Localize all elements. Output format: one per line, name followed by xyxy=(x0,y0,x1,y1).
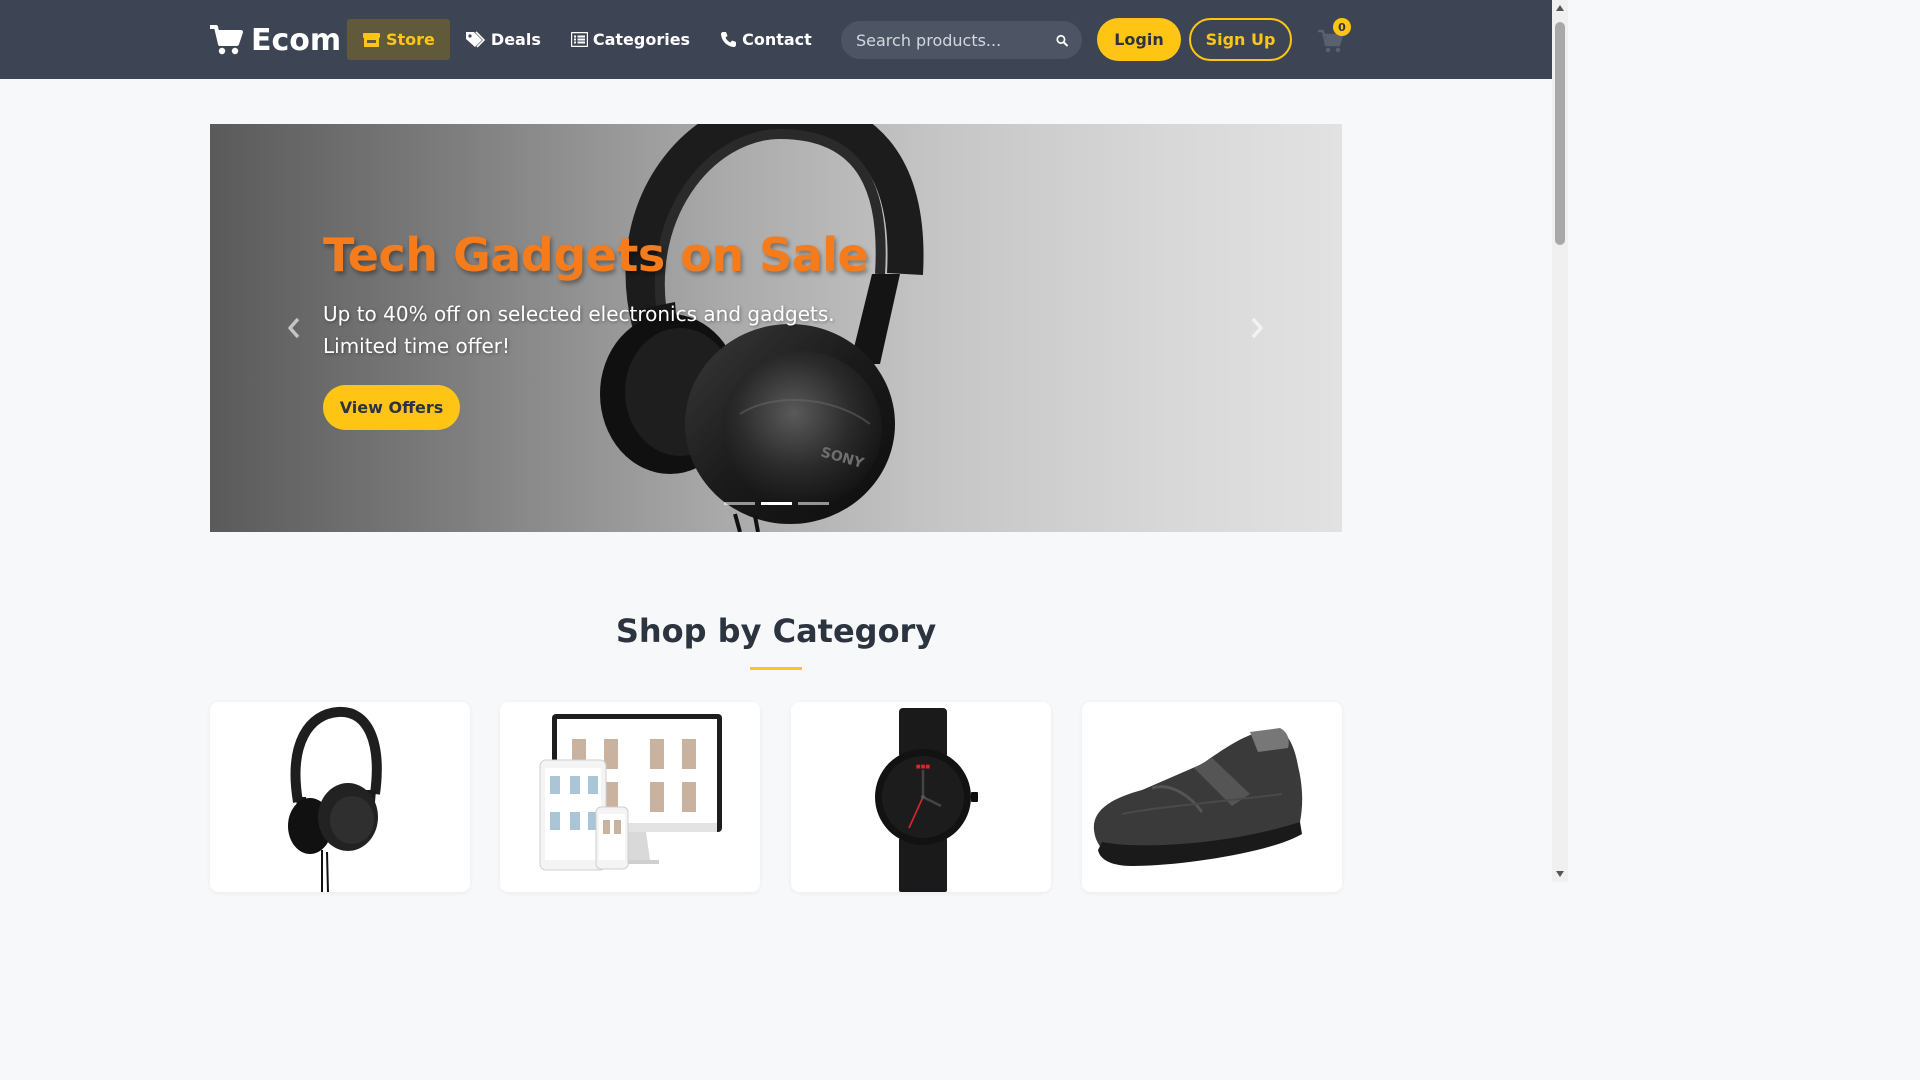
hero-carousel: SONY Tech Gadgets on Sale Up to 40% off … xyxy=(210,124,1342,532)
page-scrollbar[interactable] xyxy=(1552,0,1568,882)
watch-brand-mark: ■■■ xyxy=(916,764,930,770)
devices-product-image xyxy=(539,714,722,871)
store-icon xyxy=(363,32,380,47)
section-title: Shop by Category xyxy=(615,612,937,650)
scroll-down-arrow-icon[interactable] xyxy=(1556,871,1564,877)
section-title-underline xyxy=(750,667,802,670)
view-offers-button[interactable]: View Offers xyxy=(323,385,460,430)
nav-deals-label: Deals xyxy=(490,30,541,49)
search-bar xyxy=(841,21,1082,59)
nav-store-label: Store xyxy=(386,30,435,49)
sneaker-product-image xyxy=(1093,728,1303,866)
nav-contact-label: Contact xyxy=(742,30,812,49)
hero-title: Tech Gadgets on Sale xyxy=(323,228,869,282)
list-icon xyxy=(570,32,588,47)
carousel-indicator-2[interactable] xyxy=(761,502,792,505)
wristwatch-product-image: ■■■ xyxy=(875,708,978,892)
headphones-product-image xyxy=(288,706,382,892)
login-button[interactable]: Login xyxy=(1097,18,1181,61)
shopping-cart-icon xyxy=(210,25,243,55)
chevron-right-icon xyxy=(1251,317,1263,339)
nav-store[interactable]: Store xyxy=(347,19,450,60)
nav-deals[interactable]: Deals xyxy=(450,19,556,60)
scrollbar-thumb[interactable] xyxy=(1555,22,1565,245)
search-input[interactable] xyxy=(856,30,1056,50)
carousel-next-button[interactable] xyxy=(1247,317,1267,339)
phone-icon xyxy=(721,32,737,47)
nav-categories[interactable]: Categories xyxy=(556,19,705,60)
tags-icon xyxy=(465,30,486,48)
cart-count-badge: 0 xyxy=(1333,18,1351,36)
category-card-devices[interactable] xyxy=(500,702,760,892)
nav-categories-label: Categories xyxy=(592,30,691,49)
main-nav: Store Deals Categories Contact xyxy=(347,19,827,60)
carousel-indicator-3[interactable] xyxy=(798,502,829,505)
search-icon[interactable] xyxy=(1056,32,1068,49)
chevron-left-icon xyxy=(288,317,300,339)
navbar: Ecom Store Deals Categories Contact Sear… xyxy=(0,0,1552,79)
category-card-shoes[interactable] xyxy=(1082,702,1342,892)
nav-contact[interactable]: Contact xyxy=(705,19,827,60)
signup-button[interactable]: Sign Up xyxy=(1189,18,1292,61)
carousel-indicator-1[interactable] xyxy=(724,502,755,505)
brand-logo[interactable]: Ecom xyxy=(209,20,341,60)
carousel-indicators xyxy=(724,502,835,505)
category-card-watches[interactable]: ■■■ xyxy=(791,702,1051,892)
brand-name: Ecom xyxy=(251,22,342,58)
scroll-up-arrow-icon[interactable] xyxy=(1556,5,1564,11)
carousel-prev-button[interactable] xyxy=(284,317,304,339)
hero-description: Up to 40% off on selected electronics an… xyxy=(323,302,835,358)
category-card-headphones[interactable] xyxy=(210,702,470,892)
